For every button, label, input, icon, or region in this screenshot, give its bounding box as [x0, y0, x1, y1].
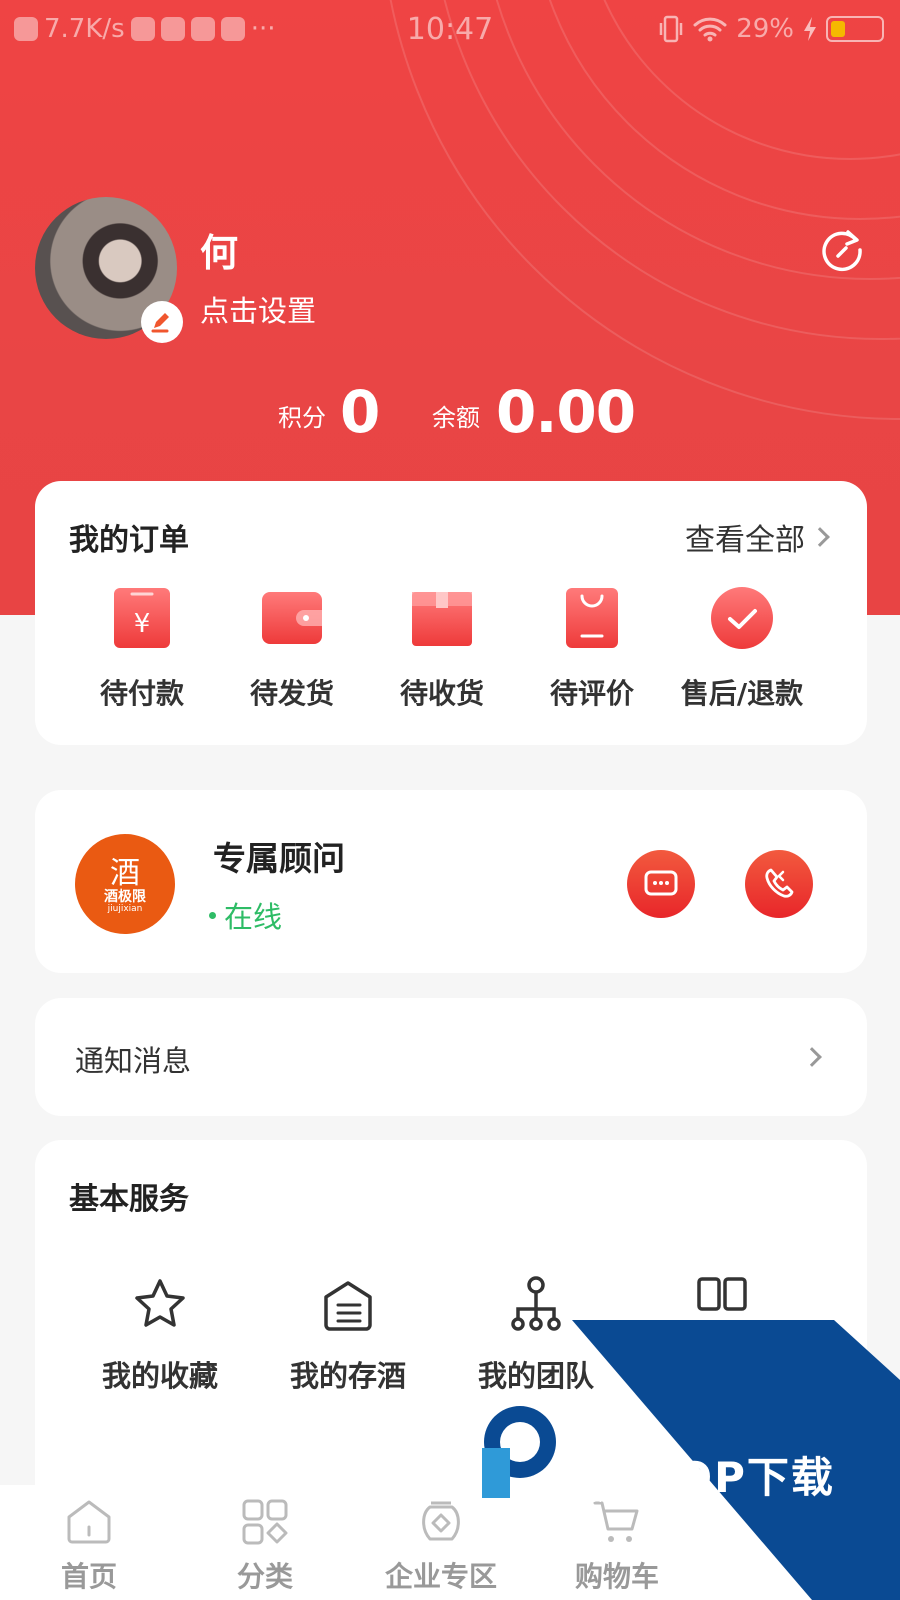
advisor-status: 在线	[209, 894, 282, 936]
chat-button[interactable]	[627, 850, 695, 918]
pencil-icon	[151, 313, 169, 333]
package-icon	[412, 592, 472, 646]
service-wine-storage[interactable]: 我的存酒	[263, 1275, 433, 1395]
order-pending-receipt[interactable]: 待收货	[367, 586, 517, 712]
advisor-title: 专属顾问	[213, 839, 345, 878]
refresh-button[interactable]	[818, 226, 866, 274]
watermark: PCPOP下载 PCPOP Download	[482, 1320, 900, 1600]
service-label: 我的收藏	[101, 1359, 218, 1393]
shopping-bag-icon	[566, 588, 618, 648]
order-label: 待收货	[399, 677, 484, 710]
status-bar: 7.7K/s ··· 10:47 29%	[0, 0, 900, 60]
nav-home[interactable]: 首页	[14, 1497, 164, 1595]
nav-category[interactable]: 分类	[190, 1497, 340, 1595]
order-label: 待发货	[249, 677, 334, 710]
call-button[interactable]	[745, 850, 813, 918]
battery-icon	[826, 16, 884, 42]
avatar[interactable]	[35, 197, 183, 343]
points-value[interactable]: 0	[340, 378, 380, 446]
star-icon	[135, 1279, 185, 1327]
enterprise-icon	[422, 1501, 460, 1541]
home-icon	[67, 1500, 111, 1544]
order-pending-payment[interactable]: ¥ 待付款	[67, 586, 217, 712]
profile-settings-link[interactable]: 点击设置	[200, 288, 316, 330]
svg-text:¥: ¥	[134, 609, 151, 639]
grid-icon	[697, 1277, 747, 1311]
wine-storage-icon	[324, 1281, 372, 1331]
notifications-label: 通知消息	[75, 1044, 192, 1078]
account-stats: 积分 0 余额 0.00	[0, 378, 900, 446]
order-pending-shipment[interactable]: 待发货	[217, 586, 367, 712]
service-label: 我的存酒	[289, 1359, 406, 1393]
balance-label: 余额	[432, 404, 480, 432]
advisor-card: 酒 酒极限 jiujixian 专属顾问 在线	[35, 790, 867, 973]
purse-icon	[262, 592, 322, 644]
notifications-row[interactable]: 通知消息	[35, 998, 867, 1116]
points-label: 积分	[278, 404, 326, 432]
order-label: 待评价	[549, 677, 634, 710]
charging-icon	[804, 17, 816, 41]
check-circle-icon	[711, 587, 773, 649]
advisor-logo: 酒 酒极限 jiujixian	[75, 834, 175, 934]
service-more-icon[interactable]	[697, 1275, 747, 1315]
battery-level	[831, 21, 845, 37]
nav-label: 分类	[236, 1560, 293, 1593]
order-label: 待付款	[99, 677, 184, 710]
decor-ring	[380, 0, 900, 420]
view-all-orders-link[interactable]: 查看全部	[685, 515, 830, 559]
chevron-right-icon	[802, 1047, 822, 1067]
category-grid-icon	[242, 1499, 288, 1545]
logo-subtext: jiujixian	[107, 904, 143, 914]
edit-avatar-button[interactable]	[141, 301, 183, 343]
logo-text: 酒极限	[104, 889, 146, 905]
nav-label: 首页	[60, 1560, 117, 1593]
services-title: 基本服务	[69, 1182, 189, 1217]
order-pending-review[interactable]: 待评价	[517, 586, 667, 712]
online-dot-icon	[209, 911, 216, 919]
status-text: 在线	[224, 900, 283, 934]
vibrate-icon	[659, 15, 683, 43]
wallet-yen-icon: ¥	[114, 588, 170, 648]
orders-card: 我的订单 查看全部 ¥ 待付款 待发货 待收货 待评价 售后/退款	[35, 481, 867, 745]
message-icon	[644, 870, 678, 896]
orders-title: 我的订单	[69, 523, 189, 558]
refresh-icon	[822, 230, 862, 272]
order-after-sales[interactable]: 售后/退款	[667, 586, 817, 712]
watermark-subtext: PCPOP Download	[578, 1490, 713, 1506]
balance-value[interactable]: 0.00	[496, 378, 636, 446]
service-favorites[interactable]: 我的收藏	[75, 1275, 245, 1395]
battery-percent: 29%	[736, 14, 794, 44]
view-all-label: 查看全部	[685, 523, 805, 558]
wifi-icon	[693, 17, 727, 42]
order-label: 售后/退款	[680, 677, 804, 710]
user-name: 何	[200, 231, 239, 275]
phone-icon	[765, 868, 794, 898]
chevron-right-icon	[810, 527, 830, 547]
